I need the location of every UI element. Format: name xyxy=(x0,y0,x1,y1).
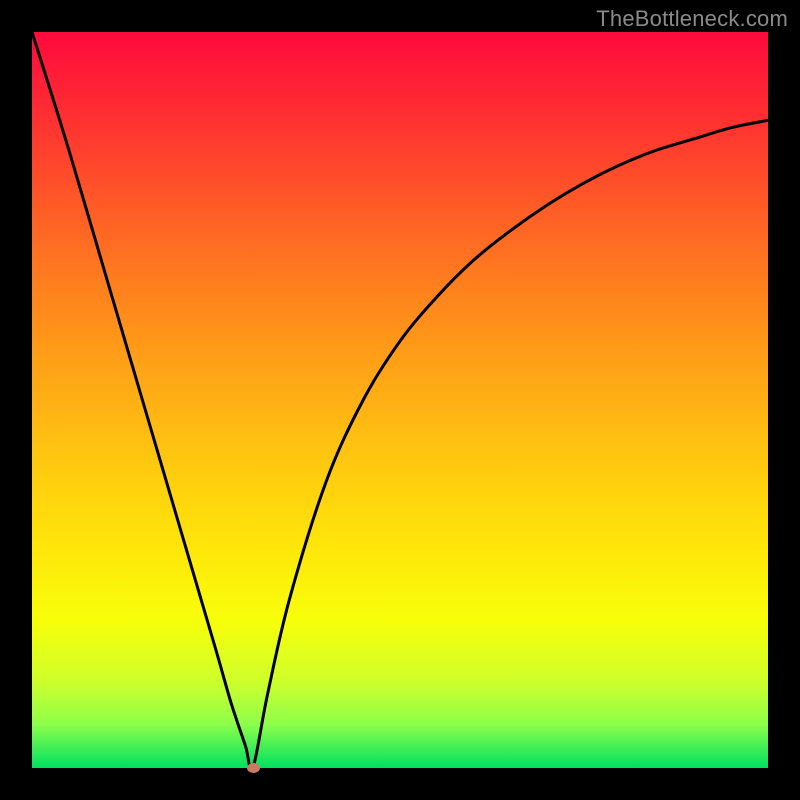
plot-area xyxy=(32,32,768,768)
chart-outer-frame: TheBottleneck.com xyxy=(0,0,800,800)
curve-svg xyxy=(32,32,768,768)
bottleneck-curve xyxy=(32,32,768,770)
minimum-marker xyxy=(247,763,260,773)
watermark-text: TheBottleneck.com xyxy=(596,6,788,32)
